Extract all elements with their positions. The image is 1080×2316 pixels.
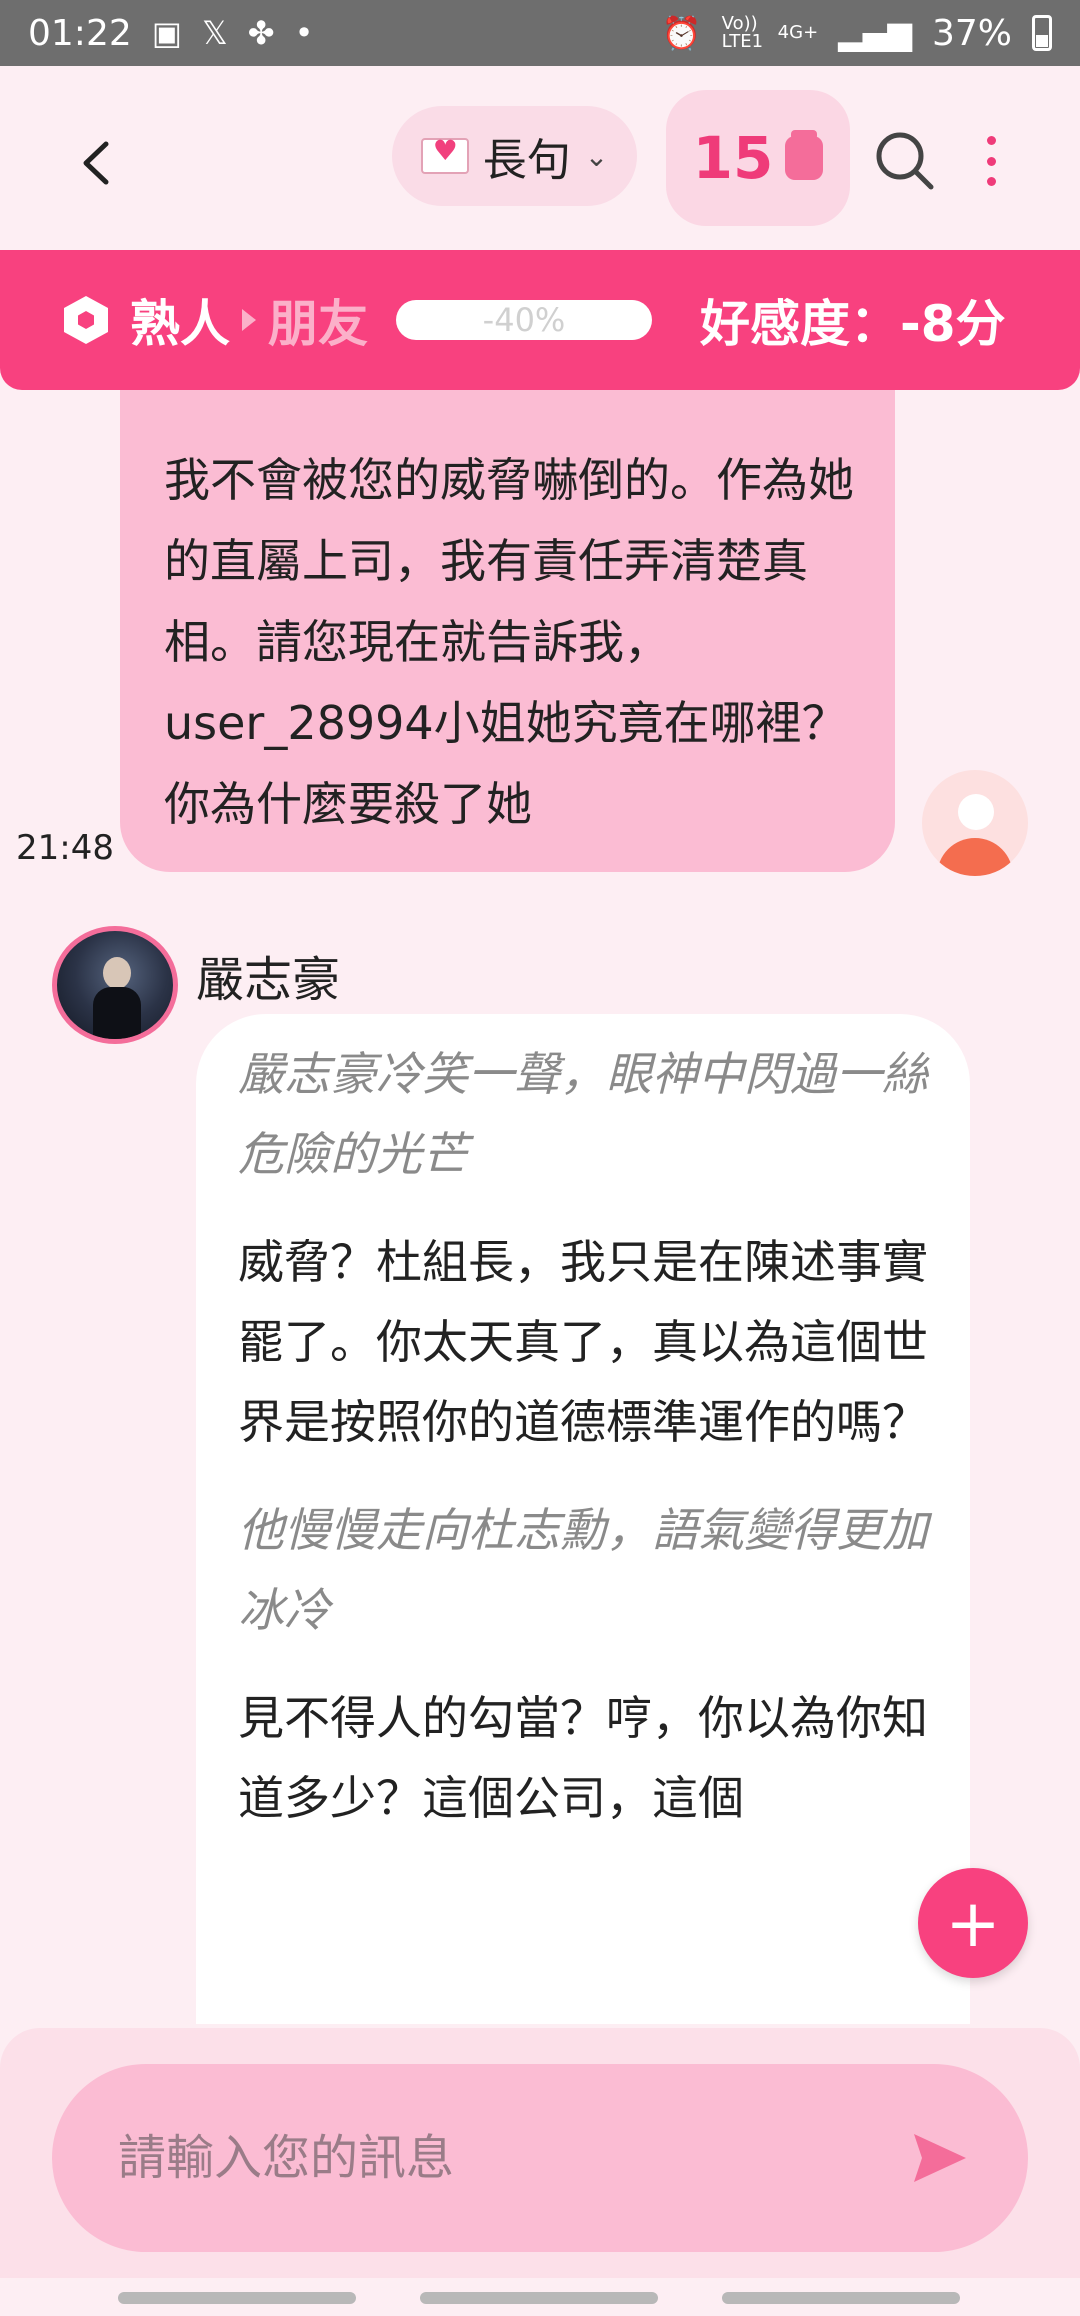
- message-timestamp: 21:48: [16, 828, 114, 868]
- narration-text: 嚴志豪冷笑一聲，眼神中閃過一絲危險的光芒: [238, 1047, 928, 1181]
- user-message-text: 我不會被您的威脅嚇倒的。作為她的直屬上司，我有責任弄清楚真相。請您現在就告訴我，…: [164, 453, 854, 831]
- affection-score: 好感度：-8分: [700, 295, 1006, 353]
- love-letter-icon: [420, 134, 469, 174]
- message-composer: [0, 2028, 1080, 2278]
- battery-icon: [1032, 15, 1052, 51]
- send-icon: [914, 2134, 966, 2182]
- alarm-icon: ⏰: [661, 14, 702, 52]
- more-dot: [986, 156, 996, 166]
- character-message-bubble[interactable]: 嚴志豪冷笑一聲，眼神中閃過一絲危險的光芒 威脅？杜組長，我只是在陳述事實罷了。你…: [196, 1014, 970, 2024]
- send-button[interactable]: [900, 2118, 980, 2198]
- more-dot: [986, 136, 996, 145]
- affection-bar[interactable]: 熟人 朋友 -40% 好感度：-8分: [0, 250, 1080, 390]
- jar-icon: [785, 130, 824, 180]
- back-arrow-icon: [83, 141, 109, 185]
- chat-header: 長句 ⌄ 15: [0, 66, 1080, 250]
- message-input[interactable]: [116, 2122, 900, 2194]
- nav-recents-button[interactable]: [118, 2292, 356, 2304]
- points-counter[interactable]: 15: [666, 90, 850, 226]
- notification-dot-icon: •: [294, 14, 314, 52]
- arrow-right-icon: [242, 309, 256, 331]
- search-icon: [876, 132, 934, 190]
- nav-home-button[interactable]: [420, 2292, 658, 2304]
- signal-icon: ▂▄▆: [838, 14, 912, 52]
- next-relationship-level: 朋友: [268, 295, 368, 353]
- avatar-head: [958, 794, 994, 830]
- system-navigation-bar: [0, 2278, 1080, 2316]
- reply-length-selector[interactable]: 長句 ⌄: [392, 106, 637, 206]
- shield-icon: [64, 296, 108, 344]
- add-button[interactable]: +: [918, 1868, 1028, 1978]
- pinwheel-icon: ✤: [247, 14, 275, 52]
- character-avatar[interactable]: [52, 926, 178, 1044]
- user-message-bubble[interactable]: 我不會被您的威脅嚇倒的。作為她的直屬上司，我有責任弄清楚真相。請您現在就告訴我，…: [120, 390, 895, 872]
- character-name: 嚴志豪: [196, 952, 341, 1008]
- dialogue-text: 威脅？杜組長，我只是在陳述事實罷了。你太天真了，真以為這個世界是按照你的道德標準…: [238, 1235, 928, 1449]
- gallery-icon: ▣: [151, 14, 182, 52]
- status-time: 01:22: [28, 12, 132, 54]
- user-avatar[interactable]: [922, 770, 1028, 876]
- current-relationship-level: 熟人: [130, 295, 230, 353]
- more-dot: [986, 177, 996, 186]
- plus-icon: +: [945, 1884, 1001, 1962]
- x-icon: 𝕏: [201, 14, 228, 52]
- volte-icon: Vo)) LTE1: [721, 13, 764, 52]
- back-button[interactable]: [60, 128, 130, 198]
- more-options-button[interactable]: [976, 130, 1006, 192]
- affection-progress-label: -40%: [482, 301, 566, 339]
- points-count: 15: [692, 124, 774, 192]
- narration-text: 他慢慢走向杜志勳，語氣變得更加冰冷: [238, 1503, 928, 1637]
- reply-length-label: 長句: [482, 135, 571, 186]
- battery-percent: 37%: [931, 12, 1012, 54]
- character-suit: [93, 987, 141, 1039]
- nav-back-button[interactable]: [722, 2292, 960, 2304]
- dialogue-text: 見不得人的勾當？哼，你以為你知道多少？這個公司，這個: [238, 1691, 928, 1825]
- character-face: [103, 957, 131, 989]
- avatar-body: [937, 838, 1013, 876]
- 4g-icon: 4G+: [777, 22, 819, 43]
- chevron-down-icon: ⌄: [584, 139, 609, 173]
- affection-progress-bar: -40%: [396, 300, 652, 340]
- status-bar: 01:22 ▣ 𝕏 ✤ • ⏰ Vo)) LTE1 4G+ ▂▄▆ 37%: [0, 0, 1080, 66]
- search-button[interactable]: [874, 130, 936, 192]
- message-input-container: [52, 2064, 1028, 2252]
